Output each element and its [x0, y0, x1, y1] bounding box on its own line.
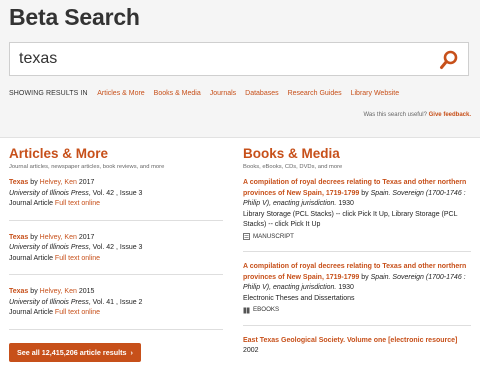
scope-link-articles[interactable]: Articles & More — [97, 90, 144, 97]
list-item: Texas by Helvey, Ken 2017 University of … — [9, 178, 223, 221]
by-label: by — [30, 288, 38, 295]
author-link[interactable]: Helvey, Ken — [40, 288, 77, 295]
search-box — [9, 42, 469, 76]
location: Library Storage (PCL Stacks) -- click Pi… — [243, 210, 458, 229]
author-link[interactable]: Helvey, Ken — [40, 234, 77, 241]
full-text-link[interactable]: Full text online — [55, 309, 100, 316]
scope-link-books[interactable]: Books & Media — [154, 90, 201, 97]
result-title-link[interactable]: Texas — [9, 179, 28, 186]
list-item: East Texas Geological Society. Volume on… — [243, 336, 471, 366]
articles-desc: Journal articles, newspaper articles, bo… — [9, 164, 165, 170]
item-type: Journal Article — [9, 254, 53, 262]
year: 2017 — [78, 179, 95, 186]
full-text-link[interactable]: Full text online — [55, 255, 100, 262]
search-header: Beta Search SHOWING RESULTS IN Articles … — [0, 0, 480, 138]
feedback-question: Was this search useful? — [363, 112, 427, 118]
search-button[interactable] — [438, 49, 460, 71]
author-link[interactable]: Helvey, Ken — [40, 179, 77, 186]
articles-section: Articles & More Journal articles, newspa… — [9, 146, 223, 362]
books-desc: Books, eBooks, CDs, DVDs, and more — [243, 164, 343, 170]
see-all-articles-button[interactable]: See all 12,415,206 article results › — [9, 342, 141, 362]
issue-details: , Vol. 42 , Issue 3 — [88, 244, 143, 251]
result-title-link[interactable]: East Texas Geological Society. Volume on… — [243, 337, 457, 344]
year: 2015 — [78, 288, 95, 295]
scope-link-databases[interactable]: Databases — [245, 90, 278, 97]
articles-title: Articles & More — [9, 146, 109, 161]
manuscript-icon — [243, 233, 250, 241]
feedback-prompt: Was this search useful? Give feedback. — [363, 112, 471, 118]
ebook-icon — [243, 307, 250, 314]
chevron-right-icon: › — [128, 347, 133, 357]
year: 1930 — [338, 200, 354, 207]
year: 2017 — [78, 233, 95, 241]
year: 1930 — [338, 284, 354, 291]
by-label: by — [361, 273, 369, 281]
by-label: by — [30, 233, 38, 241]
scope-link-research-guides[interactable]: Research Guides — [288, 90, 342, 97]
search-input[interactable] — [19, 48, 419, 70]
by-label: by — [30, 179, 38, 186]
books-title: Books & Media — [243, 146, 340, 161]
journal-name: University of Illinois Press — [9, 244, 89, 251]
year: 2002 — [243, 347, 259, 354]
issue-details: , Vol. 42 , Issue 3 — [88, 189, 143, 197]
page-title: Beta Search — [9, 4, 140, 30]
issue-details: , Vol. 41 , Issue 2 — [88, 298, 143, 306]
format-label: EBOOKS — [253, 306, 280, 313]
item-type: Journal Article — [9, 200, 53, 207]
format-label: MANUSCRIPT — [253, 232, 294, 240]
list-item: A compilation of royal decrees relating … — [243, 262, 471, 326]
showing-label: SHOWING RESULTS IN — [9, 90, 88, 97]
list-item: Texas by Helvey, Ken 2017 University of … — [9, 233, 223, 275]
journal-name: University of Illinois Press — [9, 189, 89, 197]
search-icon — [440, 50, 458, 69]
scope-link-library-website[interactable]: Library Website — [351, 90, 400, 97]
feedback-link[interactable]: Give feedback. — [429, 112, 471, 118]
list-item: Texas by Helvey, Ken 2015 University of … — [9, 287, 223, 330]
journal-name: University of Illinois Press — [9, 298, 89, 306]
scope-link-journals[interactable]: Journals — [210, 90, 236, 97]
format-badge: EBOOKS — [243, 305, 471, 316]
result-title-link[interactable]: Texas — [9, 234, 28, 241]
full-text-link[interactable]: Full text online — [55, 200, 100, 207]
format-badge: MANUSCRIPT — [243, 232, 471, 243]
item-type: Journal Article — [9, 309, 53, 316]
see-all-label: See all 12,415,206 article results — [17, 347, 127, 357]
location: Electronic Theses and Dissertations — [243, 294, 355, 302]
result-title-link[interactable]: Texas — [9, 288, 28, 295]
scope-bar: SHOWING RESULTS IN Articles & More Books… — [9, 90, 406, 97]
books-section: Books & Media Books, eBooks, CDs, DVDs, … — [243, 146, 471, 374]
list-item: A compilation of royal decrees relating … — [243, 178, 471, 252]
by-label: by — [361, 189, 369, 197]
